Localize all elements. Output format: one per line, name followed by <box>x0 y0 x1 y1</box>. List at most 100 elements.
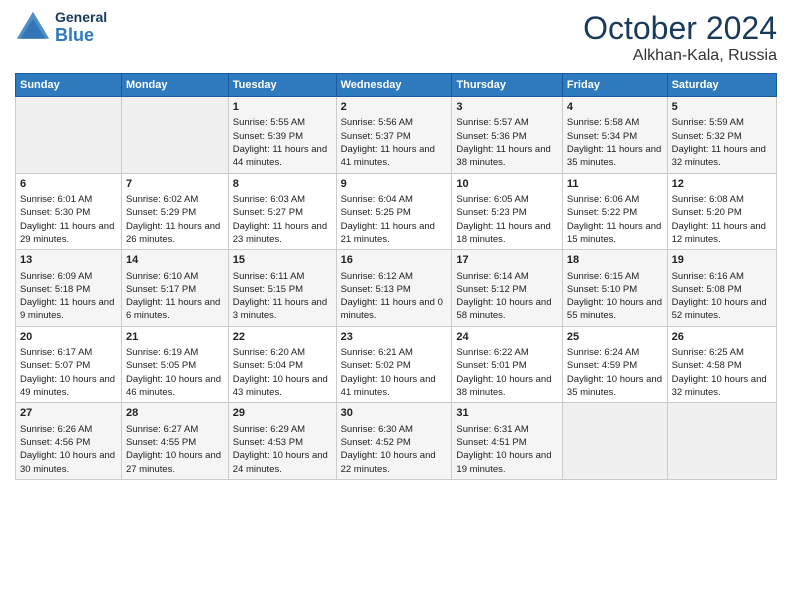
calendar-cell <box>562 403 667 480</box>
sunset-text: Sunset: 4:51 PM <box>456 436 558 449</box>
calendar-cell: 29Sunrise: 6:29 AMSunset: 4:53 PMDayligh… <box>228 403 336 480</box>
calendar-cell: 21Sunrise: 6:19 AMSunset: 5:05 PMDayligh… <box>121 326 228 403</box>
calendar-week-row: 13Sunrise: 6:09 AMSunset: 5:18 PMDayligh… <box>16 250 777 327</box>
sunset-text: Sunset: 4:58 PM <box>672 359 772 372</box>
calendar-cell: 16Sunrise: 6:12 AMSunset: 5:13 PMDayligh… <box>336 250 452 327</box>
daylight-text: Daylight: 11 hours and 29 minutes. <box>20 220 117 247</box>
day-number: 7 <box>126 177 224 192</box>
day-number: 16 <box>341 253 448 268</box>
calendar-cell: 4Sunrise: 5:58 AMSunset: 5:34 PMDaylight… <box>562 97 667 174</box>
sunrise-text: Sunrise: 5:59 AM <box>672 116 772 129</box>
calendar-week-row: 20Sunrise: 6:17 AMSunset: 5:07 PMDayligh… <box>16 326 777 403</box>
sunset-text: Sunset: 5:39 PM <box>233 130 332 143</box>
page-header: General Blue October 2024 Alkhan-Kala, R… <box>15 10 777 65</box>
sunrise-text: Sunrise: 6:15 AM <box>567 270 663 283</box>
sunset-text: Sunset: 5:27 PM <box>233 206 332 219</box>
sunrise-text: Sunrise: 6:29 AM <box>233 423 332 436</box>
day-number: 25 <box>567 330 663 345</box>
day-number: 18 <box>567 253 663 268</box>
day-number: 20 <box>20 330 117 345</box>
sunset-text: Sunset: 5:29 PM <box>126 206 224 219</box>
sunset-text: Sunset: 5:08 PM <box>672 283 772 296</box>
calendar-cell: 17Sunrise: 6:14 AMSunset: 5:12 PMDayligh… <box>452 250 563 327</box>
sunset-text: Sunset: 5:37 PM <box>341 130 448 143</box>
sunset-text: Sunset: 5:07 PM <box>20 359 117 372</box>
sunrise-text: Sunrise: 6:19 AM <box>126 346 224 359</box>
col-saturday: Saturday <box>667 74 776 97</box>
sunset-text: Sunset: 5:15 PM <box>233 283 332 296</box>
daylight-text: Daylight: 11 hours and 9 minutes. <box>20 296 117 323</box>
day-number: 22 <box>233 330 332 345</box>
sunrise-text: Sunrise: 6:11 AM <box>233 270 332 283</box>
title-block: October 2024 Alkhan-Kala, Russia <box>583 10 777 65</box>
calendar-cell: 19Sunrise: 6:16 AMSunset: 5:08 PMDayligh… <box>667 250 776 327</box>
calendar-cell: 3Sunrise: 5:57 AMSunset: 5:36 PMDaylight… <box>452 97 563 174</box>
calendar-cell: 11Sunrise: 6:06 AMSunset: 5:22 PMDayligh… <box>562 173 667 250</box>
sunset-text: Sunset: 5:30 PM <box>20 206 117 219</box>
sunset-text: Sunset: 5:17 PM <box>126 283 224 296</box>
sunrise-text: Sunrise: 5:58 AM <box>567 116 663 129</box>
daylight-text: Daylight: 11 hours and 35 minutes. <box>567 143 663 170</box>
sunrise-text: Sunrise: 6:30 AM <box>341 423 448 436</box>
day-number: 24 <box>456 330 558 345</box>
calendar-cell <box>121 97 228 174</box>
daylight-text: Daylight: 10 hours and 55 minutes. <box>567 296 663 323</box>
day-number: 15 <box>233 253 332 268</box>
calendar-cell: 20Sunrise: 6:17 AMSunset: 5:07 PMDayligh… <box>16 326 122 403</box>
day-number: 23 <box>341 330 448 345</box>
calendar-header-row: Sunday Monday Tuesday Wednesday Thursday… <box>16 74 777 97</box>
sunset-text: Sunset: 5:25 PM <box>341 206 448 219</box>
sunset-text: Sunset: 5:23 PM <box>456 206 558 219</box>
day-number: 12 <box>672 177 772 192</box>
sunset-text: Sunset: 5:04 PM <box>233 359 332 372</box>
calendar-cell: 6Sunrise: 6:01 AMSunset: 5:30 PMDaylight… <box>16 173 122 250</box>
sunset-text: Sunset: 5:34 PM <box>567 130 663 143</box>
col-monday: Monday <box>121 74 228 97</box>
month-title: October 2024 <box>583 10 777 47</box>
page-container: General Blue October 2024 Alkhan-Kala, R… <box>0 0 792 490</box>
sunrise-text: Sunrise: 6:27 AM <box>126 423 224 436</box>
sunset-text: Sunset: 5:10 PM <box>567 283 663 296</box>
calendar-cell: 1Sunrise: 5:55 AMSunset: 5:39 PMDaylight… <box>228 97 336 174</box>
daylight-text: Daylight: 10 hours and 24 minutes. <box>233 449 332 476</box>
sunrise-text: Sunrise: 5:55 AM <box>233 116 332 129</box>
daylight-text: Daylight: 10 hours and 41 minutes. <box>341 373 448 400</box>
calendar-cell <box>667 403 776 480</box>
calendar-cell: 26Sunrise: 6:25 AMSunset: 4:58 PMDayligh… <box>667 326 776 403</box>
sunset-text: Sunset: 4:56 PM <box>20 436 117 449</box>
logo-blue-text: Blue <box>55 26 107 46</box>
day-number: 14 <box>126 253 224 268</box>
sunrise-text: Sunrise: 6:02 AM <box>126 193 224 206</box>
daylight-text: Daylight: 11 hours and 15 minutes. <box>567 220 663 247</box>
sunrise-text: Sunrise: 6:03 AM <box>233 193 332 206</box>
calendar-cell: 15Sunrise: 6:11 AMSunset: 5:15 PMDayligh… <box>228 250 336 327</box>
day-number: 9 <box>341 177 448 192</box>
day-number: 13 <box>20 253 117 268</box>
sunset-text: Sunset: 4:55 PM <box>126 436 224 449</box>
sunset-text: Sunset: 5:18 PM <box>20 283 117 296</box>
sunrise-text: Sunrise: 6:31 AM <box>456 423 558 436</box>
col-thursday: Thursday <box>452 74 563 97</box>
sunset-text: Sunset: 5:32 PM <box>672 130 772 143</box>
daylight-text: Daylight: 10 hours and 58 minutes. <box>456 296 558 323</box>
day-number: 31 <box>456 406 558 421</box>
calendar-cell <box>16 97 122 174</box>
calendar-cell: 9Sunrise: 6:04 AMSunset: 5:25 PMDaylight… <box>336 173 452 250</box>
sunrise-text: Sunrise: 6:06 AM <box>567 193 663 206</box>
calendar-cell: 28Sunrise: 6:27 AMSunset: 4:55 PMDayligh… <box>121 403 228 480</box>
col-sunday: Sunday <box>16 74 122 97</box>
daylight-text: Daylight: 10 hours and 49 minutes. <box>20 373 117 400</box>
sunrise-text: Sunrise: 6:25 AM <box>672 346 772 359</box>
day-number: 21 <box>126 330 224 345</box>
daylight-text: Daylight: 10 hours and 38 minutes. <box>456 373 558 400</box>
sunrise-text: Sunrise: 6:20 AM <box>233 346 332 359</box>
day-number: 28 <box>126 406 224 421</box>
day-number: 1 <box>233 100 332 115</box>
sunrise-text: Sunrise: 6:12 AM <box>341 270 448 283</box>
day-number: 4 <box>567 100 663 115</box>
day-number: 6 <box>20 177 117 192</box>
sunset-text: Sunset: 4:52 PM <box>341 436 448 449</box>
sunrise-text: Sunrise: 6:05 AM <box>456 193 558 206</box>
calendar-week-row: 27Sunrise: 6:26 AMSunset: 4:56 PMDayligh… <box>16 403 777 480</box>
col-tuesday: Tuesday <box>228 74 336 97</box>
